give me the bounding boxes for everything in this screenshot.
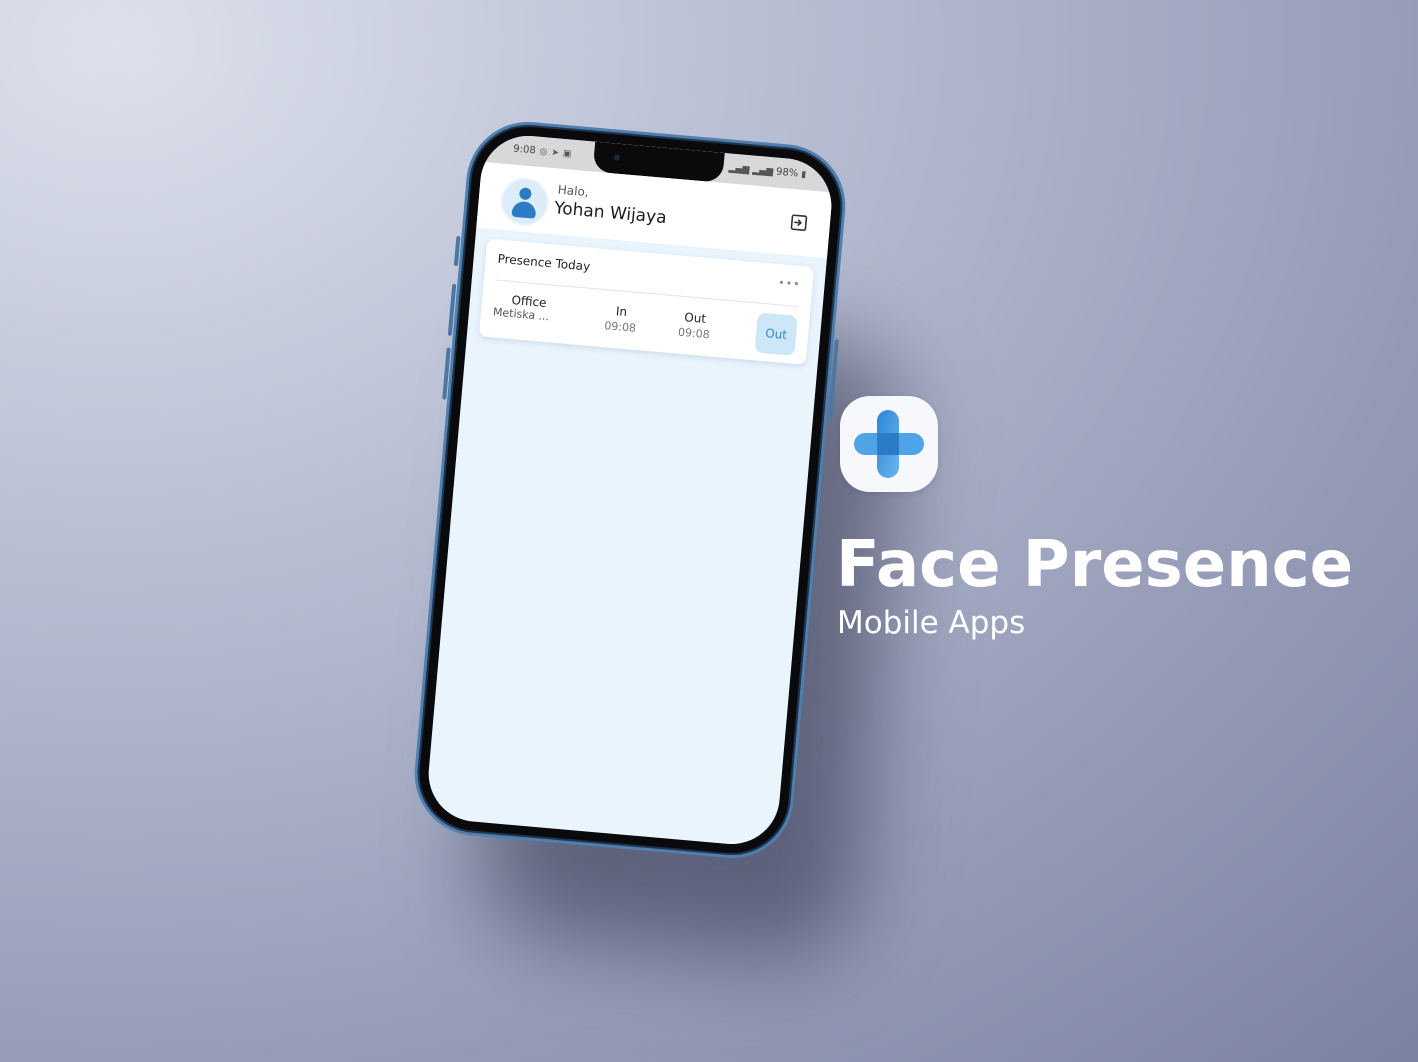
status-time: 9:08 [512,143,537,157]
gallery-icon: ▣ [562,148,572,160]
app-screen: 9:08 ◎ ➤ ▣ ▂▄▆ ▂▄▆ 98% ▮ Halo, Yohan Wij… [424,131,836,849]
blue-plus-app-icon [840,396,938,492]
status-left: 9:08 ◎ ➤ ▣ [513,144,572,160]
presence-card-title: Presence Today [497,251,591,274]
user-avatar-icon[interactable] [498,175,551,228]
signal-icon: ▂▄▆ [728,162,750,175]
avatar-head [518,187,532,201]
whatsapp-icon: ◎ [539,146,548,158]
more-options-icon[interactable]: ••• [778,276,802,291]
status-right: ▂▄▆ ▂▄▆ 98% ▮ [728,162,806,180]
promo-subtitle: Mobile Apps [837,605,1026,641]
telegram-icon: ➤ [551,147,560,159]
battery-level: 98% [775,166,799,180]
greeting-text: Halo, [557,182,590,200]
user-name: Yohan Wijaya [553,198,668,229]
check-out-time: 09:08 [677,325,711,342]
check-out-column: Out 09:08 [663,308,725,342]
signal-icon-2: ▂▄▆ [751,164,774,177]
logout-icon[interactable] [789,213,809,233]
camera-icon [613,154,621,161]
check-in-column: In 09:08 [590,302,652,336]
avatar-body [511,200,537,219]
check-in-time: 09:08 [603,319,637,335]
battery-icon: ▮ [800,169,807,180]
check-out-button[interactable]: Out [754,312,798,356]
promo-stage: 9:08 ◎ ➤ ▣ ▂▄▆ ▂▄▆ 98% ▮ Halo, Yohan Wij… [0,0,1418,1062]
presence-today-card: Presence Today ••• Office Metiska ... In… [478,238,815,365]
phone-mockup: 9:08 ◎ ➤ ▣ ▂▄▆ ▂▄▆ 98% ▮ Halo, Yohan Wij… [409,116,851,864]
promo-title: Face Presence [836,528,1354,602]
office-column: Office Metiska ... [492,291,564,324]
